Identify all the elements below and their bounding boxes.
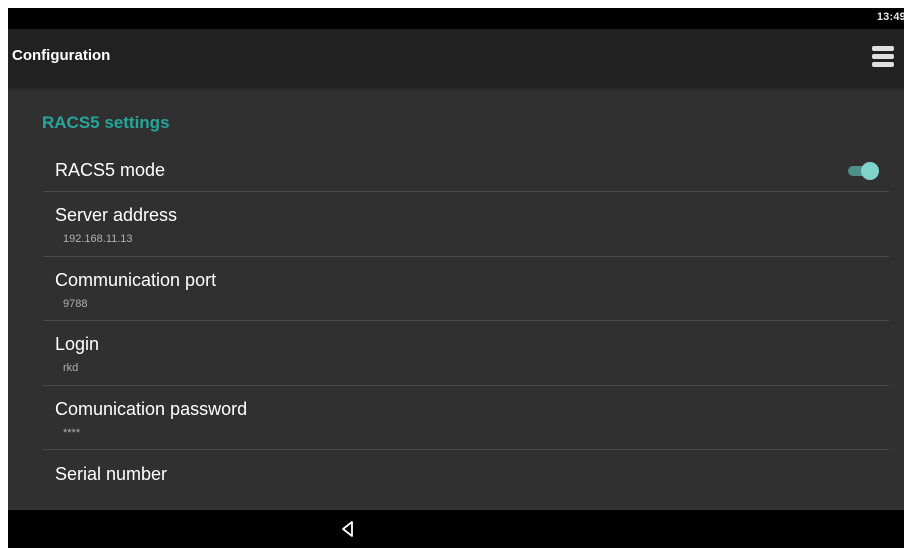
pref-summary: 192.168.11.13 bbox=[63, 233, 133, 245]
settings-list: RACS5 settings RACS5 mode Server address… bbox=[8, 86, 904, 510]
pref-communication-port[interactable]: Communication port 9788 bbox=[43, 257, 889, 321]
racs5-mode-toggle[interactable] bbox=[848, 162, 879, 180]
pref-title: Login bbox=[55, 334, 100, 354]
pref-communication-password[interactable]: Comunication password **** bbox=[43, 386, 889, 450]
status-time: 13:49 bbox=[876, 11, 904, 23]
section-header: RACS5 settings bbox=[42, 113, 170, 132]
page-frame: 13:49 Configuration RACS5 settings RACS5… bbox=[0, 0, 904, 548]
pref-title: Serial number bbox=[55, 464, 168, 484]
pref-title: Server address bbox=[55, 205, 178, 225]
page-title: Configuration bbox=[12, 47, 111, 64]
pref-login[interactable]: Login rkd bbox=[43, 321, 889, 386]
pref-title: Communication port bbox=[55, 270, 217, 290]
back-triangle-icon[interactable] bbox=[338, 519, 358, 539]
pref-title: RACS5 mode bbox=[55, 160, 166, 180]
navigation-bar bbox=[8, 510, 904, 548]
status-bar: 13:49 bbox=[8, 8, 904, 29]
pref-server-address[interactable]: Server address 192.168.11.13 bbox=[43, 192, 889, 257]
app-bar: Configuration bbox=[8, 29, 904, 86]
toggle-thumb bbox=[861, 162, 879, 180]
pref-summary: 9788 bbox=[63, 298, 88, 310]
pref-summary: **** bbox=[63, 427, 81, 439]
pref-serial-number[interactable]: Serial number bbox=[43, 450, 889, 506]
pref-summary: rkd bbox=[63, 362, 79, 374]
hamburger-menu-icon[interactable] bbox=[872, 46, 894, 68]
device-screen: 13:49 Configuration RACS5 settings RACS5… bbox=[8, 8, 904, 548]
pref-title: Comunication password bbox=[55, 399, 248, 419]
pref-racs5-mode[interactable]: RACS5 mode bbox=[43, 152, 889, 192]
